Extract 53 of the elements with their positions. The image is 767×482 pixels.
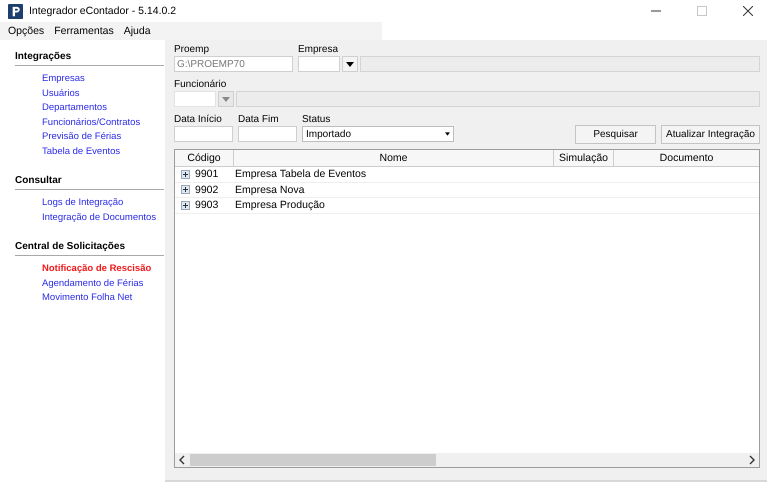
table-cell: Empresa Nova xyxy=(235,184,304,196)
table-cell-text: 9902 xyxy=(195,184,220,196)
sidebar-link[interactable]: Integração de Documentos xyxy=(42,210,156,225)
table-cell-text: 9903 xyxy=(195,199,220,212)
search-button[interactable]: Pesquisar xyxy=(575,125,656,144)
section-heading: Consultar xyxy=(15,174,63,188)
sidebar-link[interactable]: Logs de Integração xyxy=(42,196,124,210)
table-cell: Empresa Tabela de Eventos xyxy=(235,168,366,180)
sidebar-link[interactable]: Empresas xyxy=(42,72,85,86)
scroll-left-icon[interactable] xyxy=(179,455,185,465)
field-label: Data Início xyxy=(174,113,222,126)
sidebar-link[interactable]: Usuários xyxy=(42,86,80,101)
app-logo-icon xyxy=(8,4,23,18)
window-title: Integrador eContador - 5.14.0.2 xyxy=(29,5,176,17)
field-label: Funcionário xyxy=(174,78,226,91)
section-heading: Central de Solicitações xyxy=(15,240,126,254)
caret-icon xyxy=(222,96,230,102)
table-cell-text: 9901 xyxy=(195,168,220,180)
field-label: Data Fim xyxy=(238,113,279,126)
table-cell: Empresa Produção xyxy=(235,199,325,212)
expand-icon[interactable] xyxy=(180,170,190,179)
close-icon[interactable] xyxy=(743,6,753,16)
sidebar-link[interactable]: Movimento Folha Net xyxy=(42,291,132,306)
section-heading: Integrações xyxy=(15,50,72,64)
column-header[interactable]: Simulação xyxy=(554,150,614,166)
sidebar-link[interactable]: Departamentos xyxy=(42,101,107,116)
scroll-right-icon[interactable] xyxy=(749,455,755,465)
sidebar-link[interactable]: Agendamento de Férias xyxy=(42,276,144,291)
column-header[interactable]: Documento xyxy=(614,150,759,166)
date-field[interactable] xyxy=(174,126,233,142)
column-header[interactable]: Nome xyxy=(234,150,554,166)
column-header[interactable]: Código xyxy=(175,150,234,166)
field-label: Empresa xyxy=(298,43,338,56)
sidebar-link[interactable]: Funcionários/Contratos xyxy=(42,116,140,130)
field-label: Proemp xyxy=(174,43,210,56)
status-dropdown[interactable]: Importado xyxy=(302,126,454,142)
field-label: Status xyxy=(302,113,330,126)
dropdown-button[interactable] xyxy=(342,56,358,72)
caret-icon xyxy=(445,132,450,136)
empresa-field[interactable] xyxy=(298,56,340,72)
horizontal-scrollbar[interactable] xyxy=(175,453,759,467)
menu-item[interactable]: Opções xyxy=(8,25,44,37)
sidebar-link[interactable]: Previsão de Férias xyxy=(42,130,122,144)
menu-item[interactable]: Ferramentas xyxy=(54,25,114,37)
sidebar-link[interactable]: Tabela de Eventos xyxy=(42,144,120,159)
menu-item[interactable]: Ajuda xyxy=(124,25,151,37)
sidebar-link[interactable]: Notificação de Rescisão xyxy=(42,262,152,276)
proemp-field[interactable]: G:\PROEMP70 xyxy=(174,56,293,72)
date-field[interactable] xyxy=(238,126,297,142)
update-integration-button[interactable]: Atualizar Integração xyxy=(661,125,760,144)
expand-icon[interactable] xyxy=(180,185,190,194)
expand-icon[interactable] xyxy=(180,200,190,210)
caret-icon xyxy=(346,62,354,66)
